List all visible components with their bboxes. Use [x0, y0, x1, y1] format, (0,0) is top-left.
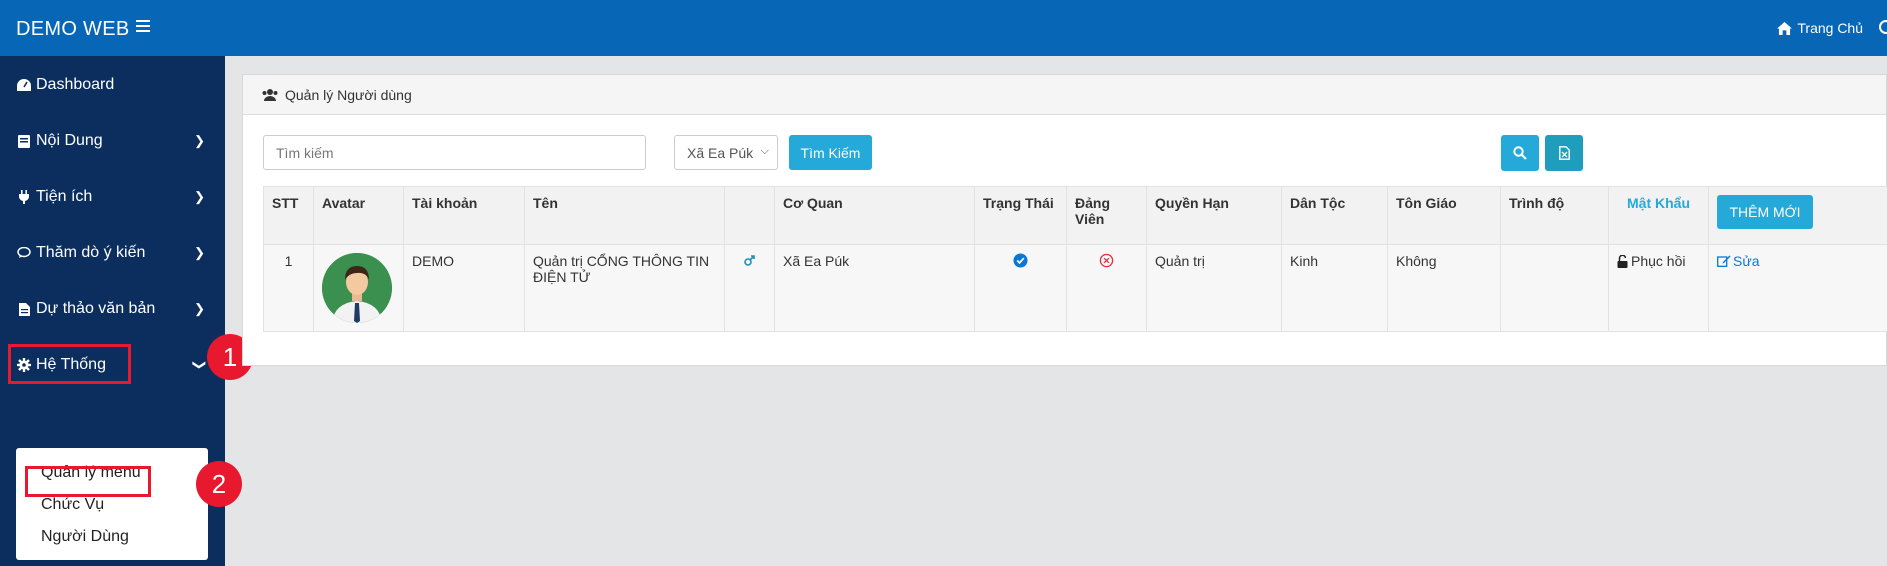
page-title: Quản lý Người dùng — [285, 86, 412, 103]
cell-education — [1500, 244, 1609, 332]
table-header-row: STT Avatar Tài khoản Tên Cơ Quan Trạng T… — [263, 186, 1887, 245]
user-management-panel: Quản lý Người dùng Xã Ea Púk ⌵ Tìm Kiếm … — [242, 74, 1887, 366]
sidebar-item-label: Nội Dung — [36, 132, 103, 149]
users-icon — [262, 89, 278, 101]
dashboard-icon — [16, 77, 32, 93]
sidebar-item-dashboard[interactable]: Dashboard — [0, 63, 225, 107]
chevron-right-icon: ❯ — [194, 301, 205, 316]
sidebar-item-du-thao[interactable]: Dự thảo văn bản ❯ — [0, 287, 225, 331]
col-header-status: Trạng Thái — [974, 186, 1067, 245]
chevron-right-icon: ❯ — [194, 133, 205, 148]
sidebar-item-label: Dashboard — [36, 76, 115, 93]
chevron-right-icon: ❯ — [194, 245, 205, 260]
sidebar-item-label: Tiện ích — [36, 188, 93, 205]
menu-toggle-icon[interactable] — [136, 20, 150, 32]
file-icon — [16, 301, 32, 317]
top-navbar: DEMO WEB Trang Chủ — [0, 0, 1887, 56]
cell-agency: Xã Ea Púk — [774, 244, 975, 332]
cell-name: Quản trị CỔNG THÔNG TIN ĐIỆN TỬ — [524, 244, 725, 332]
highlight-nguoi-dung — [25, 466, 151, 497]
col-header-education: Trình độ — [1500, 186, 1609, 245]
home-link-label: Trang Chủ — [1797, 20, 1863, 36]
cell-avatar — [313, 244, 404, 332]
col-header-agency: Cơ Quan — [774, 186, 975, 245]
cell-party — [1066, 244, 1147, 332]
submenu-item-nguoi-dung[interactable]: Người Dùng — [41, 528, 129, 546]
col-header-password[interactable]: Mật Khẩu — [1608, 186, 1709, 245]
reset-password-label: Phục hồi — [1631, 253, 1686, 269]
unlock-icon — [1617, 254, 1628, 268]
edit-label: Sửa — [1733, 253, 1760, 269]
col-header-name: Tên — [524, 186, 725, 245]
cell-ethnic: Kinh — [1281, 244, 1388, 332]
male-icon — [744, 255, 755, 266]
export-excel-button[interactable] — [1545, 135, 1583, 171]
excel-file-icon — [1558, 146, 1570, 160]
col-header-party: Đảng Viên — [1066, 186, 1147, 245]
cell-account: DEMO — [403, 244, 525, 332]
col-header-account: Tài khoản — [403, 186, 525, 245]
col-header-avatar: Avatar — [313, 186, 404, 245]
home-link[interactable]: Trang Chủ — [1777, 20, 1863, 36]
brand-title[interactable]: DEMO WEB — [16, 18, 130, 41]
search-icon-button[interactable] — [1501, 135, 1539, 171]
cell-password: Phục hồi — [1608, 244, 1709, 332]
agency-select-value: Xã Ea Púk — [687, 144, 754, 161]
plug-icon — [16, 189, 32, 205]
cell-role: Quản trị — [1146, 244, 1282, 332]
edit-icon — [1717, 255, 1731, 267]
chevron-right-icon: ❯ — [194, 189, 205, 204]
cell-actions: Sửa — [1708, 244, 1887, 332]
panel-header: Quản lý Người dùng — [243, 75, 1886, 115]
user-icon[interactable] — [1879, 20, 1887, 34]
cell-stt: 1 — [263, 244, 314, 332]
cell-religion: Không — [1387, 244, 1501, 332]
cell-status — [974, 244, 1067, 332]
x-circle-icon[interactable] — [1099, 253, 1114, 268]
cell-gender — [724, 244, 775, 332]
sidebar-item-noi-dung[interactable]: Nội Dung ❯ — [0, 119, 225, 163]
col-header-actions: THÊM MỚI — [1708, 186, 1887, 245]
search-icon — [1513, 146, 1527, 160]
col-header-gender — [724, 186, 775, 245]
col-header-role: Quyền Hạn — [1146, 186, 1282, 245]
reset-password-link[interactable]: Phục hồi — [1617, 253, 1685, 269]
col-header-stt: STT — [263, 186, 314, 245]
check-circle-icon[interactable] — [1013, 253, 1028, 268]
home-icon — [1777, 21, 1793, 35]
chevron-down-icon: ⌵ — [760, 145, 769, 157]
system-submenu: Quản lý menu Chức Vụ Người Dùng — [16, 448, 208, 560]
sidebar-item-label: Dự thảo văn bản — [36, 300, 156, 317]
users-table: STT Avatar Tài khoản Tên Cơ Quan Trạng T… — [263, 186, 1887, 332]
sidebar-item-tien-ich[interactable]: Tiện ích ❯ — [0, 175, 225, 219]
col-header-religion: Tôn Giáo — [1387, 186, 1501, 245]
search-input[interactable] — [263, 135, 646, 170]
table-row: 1 DEMO Quản trị CỔNG THÔNG TIN ĐIỆN TỬ X… — [263, 244, 1887, 332]
submenu-item-chuc-vu[interactable]: Chức Vụ — [41, 496, 104, 514]
search-button[interactable]: Tìm Kiếm — [789, 135, 872, 170]
highlight-he-thong — [8, 344, 131, 384]
chevron-down-icon: ❯ — [192, 359, 208, 371]
sidebar-item-tham-do[interactable]: Thăm dò ý kiến ❯ — [0, 231, 225, 275]
avatar — [322, 253, 392, 323]
step-badge-2: 2 — [196, 461, 242, 507]
book-icon — [16, 133, 32, 149]
add-new-button[interactable]: THÊM MỚI — [1717, 195, 1813, 229]
edit-link[interactable]: Sửa — [1717, 253, 1760, 269]
agency-select[interactable]: Xã Ea Púk ⌵ — [674, 135, 778, 170]
col-header-ethnic: Dân Tộc — [1281, 186, 1388, 245]
sidebar-item-label: Thăm dò ý kiến — [36, 244, 146, 261]
comment-icon — [16, 245, 32, 261]
